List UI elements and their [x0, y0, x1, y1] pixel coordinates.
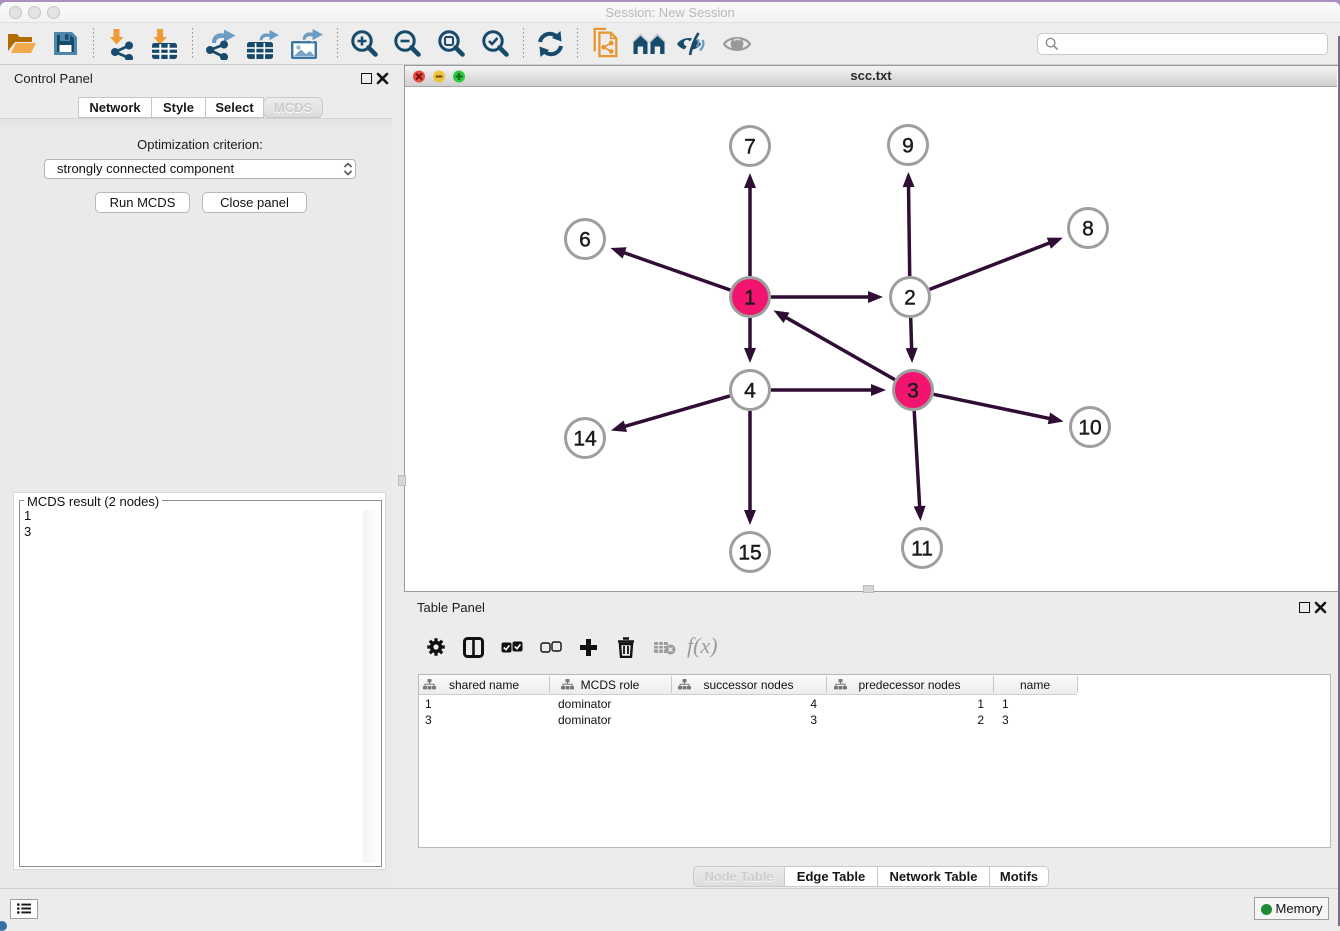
svg-text:10: 10 — [1078, 417, 1101, 440]
svg-text:2: 2 — [904, 287, 916, 310]
svg-text:14: 14 — [573, 428, 597, 451]
svg-text:11: 11 — [911, 538, 933, 561]
svg-text:3: 3 — [907, 380, 919, 403]
svg-text:1: 1 — [744, 287, 756, 310]
svg-text:8: 8 — [1082, 218, 1094, 241]
svg-text:7: 7 — [744, 136, 756, 159]
svg-text:15: 15 — [738, 542, 761, 565]
svg-text:9: 9 — [902, 135, 914, 158]
svg-text:6: 6 — [579, 229, 591, 252]
svg-text:4: 4 — [744, 380, 756, 403]
